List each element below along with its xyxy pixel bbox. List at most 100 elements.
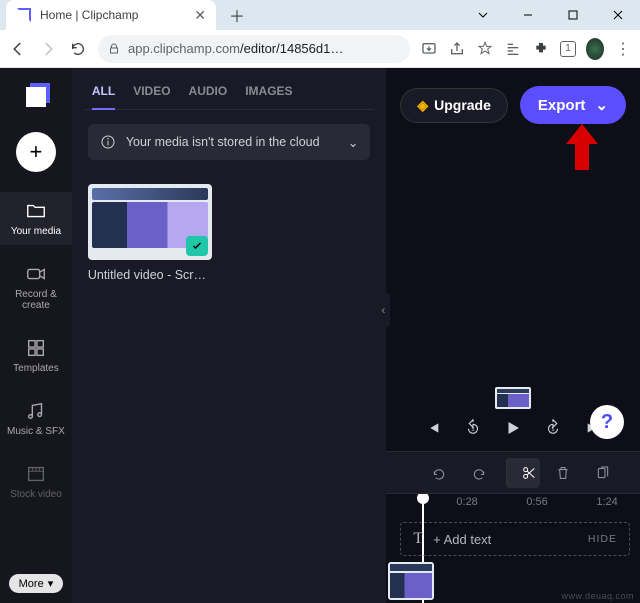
diamond-icon: ◈: [417, 97, 428, 114]
collapse-panel-handle[interactable]: ‹: [376, 292, 390, 328]
split-button[interactable]: [506, 458, 540, 488]
tab-audio[interactable]: AUDIO: [189, 84, 228, 109]
tab-all[interactable]: ALL: [92, 84, 115, 110]
text-icon: T: [413, 530, 423, 548]
export-button[interactable]: Export ⌄: [520, 86, 626, 124]
chevron-down-icon: ⌄: [348, 135, 358, 150]
add-text-track[interactable]: T + Add text HIDE: [400, 522, 630, 556]
extensions-icon[interactable]: [532, 40, 550, 58]
media-grid: Untitled video - Scre…: [84, 174, 374, 292]
tab-images[interactable]: IMAGES: [245, 84, 292, 109]
hide-track-label[interactable]: HIDE: [588, 533, 617, 545]
editor-header: ◈ Upgrade Export ⌄: [386, 68, 640, 132]
maximize-button[interactable]: [550, 0, 595, 30]
duplicate-button[interactable]: [586, 458, 620, 488]
new-tab-button[interactable]: ＋: [224, 2, 250, 28]
tab-video[interactable]: VIDEO: [133, 84, 170, 109]
undo-button[interactable]: [422, 458, 456, 488]
upgrade-label: Upgrade: [434, 97, 491, 113]
rail-label: Your media: [11, 226, 61, 237]
svg-text:5: 5: [552, 427, 555, 433]
reader-icon[interactable]: [504, 40, 522, 58]
close-tab-icon[interactable]: ✕: [194, 7, 206, 24]
left-rail: + Your media Record & create Templates M…: [0, 68, 72, 603]
profile-avatar[interactable]: [586, 40, 604, 58]
minimize-button[interactable]: [505, 0, 550, 30]
browser-tab[interactable]: Home | Clipchamp ✕: [6, 0, 216, 30]
clipchamp-favicon: [16, 7, 32, 23]
timeline-toolbar: [386, 451, 640, 493]
time-tick: 0:28: [456, 496, 477, 508]
svg-text:5: 5: [472, 427, 475, 433]
bookmark-star-icon[interactable]: [476, 40, 494, 58]
templates-icon: [25, 337, 47, 359]
kebab-menu-icon[interactable]: ⋮: [614, 40, 632, 58]
tab-title: Home | Clipchamp: [40, 8, 186, 22]
help-button[interactable]: ?: [590, 405, 624, 439]
chevron-down-icon: ▾: [48, 577, 54, 590]
time-tick: 0:56: [526, 496, 547, 508]
window-titlebar: Home | Clipchamp ✕ ＋: [0, 0, 640, 30]
rail-stock-video[interactable]: Stock video: [0, 455, 72, 508]
export-label: Export: [538, 97, 586, 114]
watermark: www.deuaq.com: [561, 591, 634, 601]
info-icon: [100, 134, 116, 150]
url-bar[interactable]: app.clipchamp.com/editor/14856d1…: [98, 35, 410, 63]
caret-down-button[interactable]: [460, 0, 505, 30]
reload-button[interactable]: [68, 39, 88, 59]
url-text: app.clipchamp.com/editor/14856d1…: [128, 41, 343, 56]
toolbar-actions: 1 ⋮: [420, 40, 632, 58]
redo-button[interactable]: [462, 458, 496, 488]
notice-text: Your media isn't stored in the cloud: [126, 135, 320, 149]
in-timeline-check-icon: [186, 236, 208, 256]
media-panel: ALL VIDEO AUDIO IMAGES Your media isn't …: [72, 68, 386, 603]
film-icon: [25, 463, 47, 485]
cloud-storage-notice[interactable]: Your media isn't stored in the cloud ⌄: [88, 124, 370, 160]
account-count-icon[interactable]: 1: [560, 41, 576, 57]
tab-strip: Home | Clipchamp ✕ ＋: [0, 0, 460, 30]
clipchamp-app: + Your media Record & create Templates M…: [0, 68, 640, 603]
timeline-clip[interactable]: [388, 562, 434, 600]
window-controls: [460, 0, 640, 30]
rail-label: Stock video: [10, 489, 62, 500]
rail-more-button[interactable]: More ▾: [9, 574, 64, 593]
skip-start-button[interactable]: [424, 419, 442, 437]
play-button[interactable]: [504, 419, 522, 437]
browser-addressbar: app.clipchamp.com/editor/14856d1… 1 ⋮: [0, 30, 640, 68]
back-button[interactable]: [8, 39, 28, 59]
media-name: Untitled video - Scre…: [88, 268, 212, 282]
playback-controls: 5 5: [424, 419, 602, 437]
camera-icon: [25, 263, 47, 285]
rail-label: Templates: [13, 363, 59, 374]
music-icon: [25, 400, 47, 422]
rail-music-sfx[interactable]: Music & SFX: [0, 392, 72, 445]
delete-button[interactable]: [546, 458, 580, 488]
clipchamp-logo[interactable]: [21, 82, 51, 112]
media-item[interactable]: Untitled video - Scre…: [88, 184, 212, 282]
preview-thumbnail: [495, 387, 531, 409]
rewind-5s-button[interactable]: 5: [464, 419, 482, 437]
install-app-icon[interactable]: [420, 40, 438, 58]
folder-icon: [25, 200, 47, 222]
rail-label: Record & create: [0, 289, 72, 311]
upgrade-button[interactable]: ◈ Upgrade: [400, 88, 508, 123]
forward-5s-button[interactable]: 5: [544, 419, 562, 437]
forward-button[interactable]: [38, 39, 58, 59]
rail-label: Music & SFX: [7, 426, 65, 437]
media-filter-tabs: ALL VIDEO AUDIO IMAGES: [84, 84, 374, 110]
rail-record-create[interactable]: Record & create: [0, 255, 72, 319]
close-window-button[interactable]: [595, 0, 640, 30]
add-text-label: + Add text: [433, 532, 491, 547]
editor-main: ◈ Upgrade Export ⌄ ‹ 5 5 ?: [386, 68, 640, 603]
media-thumbnail: [88, 184, 212, 260]
more-label: More: [19, 578, 44, 590]
rail-your-media[interactable]: Your media: [0, 192, 72, 245]
timeline[interactable]: 0:28 0:56 1:24 T + Add text HIDE www.deu…: [386, 493, 640, 603]
rail-templates[interactable]: Templates: [0, 329, 72, 382]
lock-icon: [108, 43, 120, 55]
chevron-down-icon: ⌄: [595, 96, 608, 114]
add-media-button[interactable]: +: [16, 132, 56, 172]
share-icon[interactable]: [448, 40, 466, 58]
preview-area: ‹ 5 5 ?: [386, 132, 640, 451]
time-tick: 1:24: [596, 496, 617, 508]
